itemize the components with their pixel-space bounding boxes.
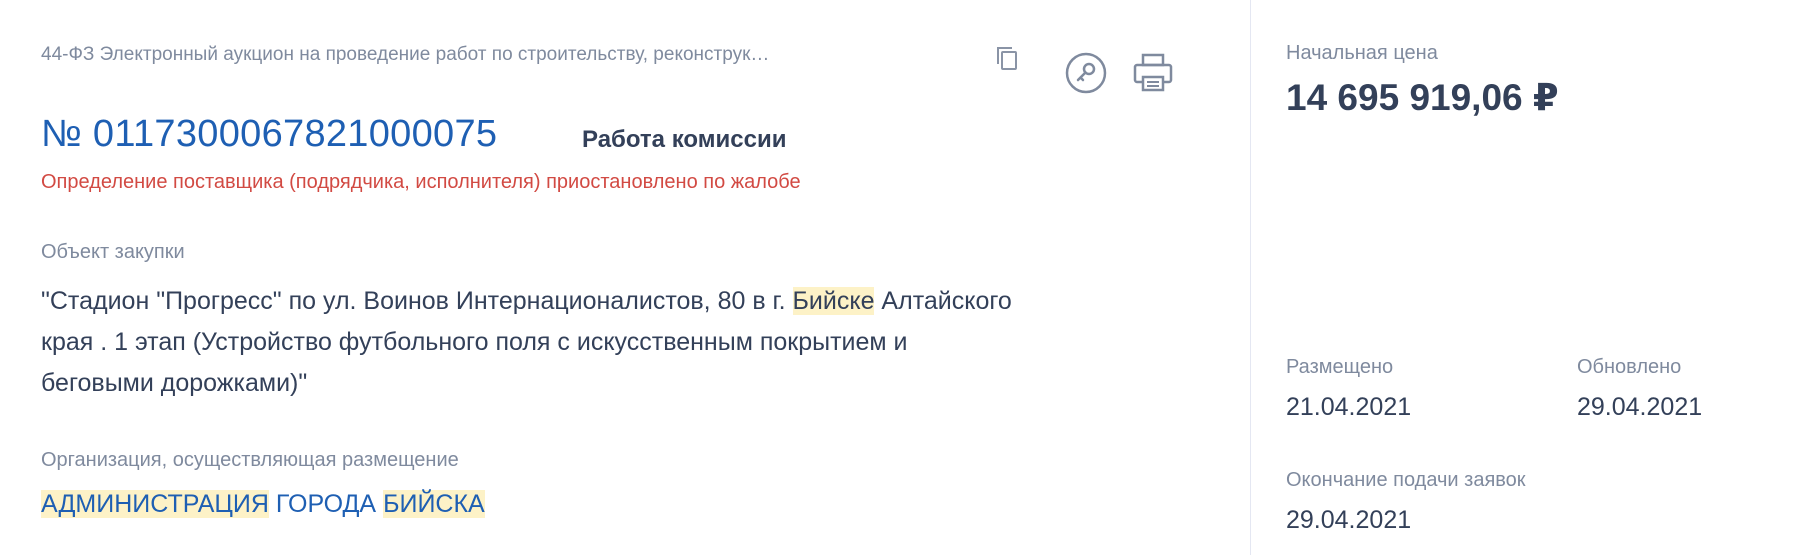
- key-icon[interactable]: [1064, 51, 1108, 95]
- suspension-warning: Определение поставщика (подрядчика, испо…: [41, 171, 801, 193]
- purchase-card-main: 44-ФЗ Электронный аукцион на проведение …: [0, 0, 1250, 555]
- purchase-number-link[interactable]: № 0117300067821000075: [41, 113, 497, 156]
- price-label: Начальная цена: [1286, 42, 1438, 64]
- updated-label: Обновлено: [1577, 356, 1682, 378]
- purchase-object-text: "Стадион "Прогресс" по ул. Воинов Интерн…: [41, 281, 1211, 404]
- placed-label: Размещено: [1286, 356, 1394, 378]
- object-text-part: Алтайского: [874, 287, 1012, 315]
- object-line-2: края . 1 этап (Устройство футбольного по…: [41, 328, 908, 356]
- status-badge: Работа комиссии: [582, 126, 787, 153]
- organization-link[interactable]: АДМИНИСТРАЦИЯ ГОРОДА БИЙСКА: [41, 490, 485, 519]
- purchase-type: 44-ФЗ Электронный аукцион на проведение …: [41, 44, 770, 65]
- object-line-3: беговыми дорожками)": [41, 369, 308, 397]
- updated-date: 29.04.2021: [1577, 393, 1703, 421]
- organization-label: Организация, осуществляющая размещение: [41, 449, 459, 471]
- deadline-date: 29.04.2021: [1286, 506, 1412, 534]
- org-text: ГОРОДА: [268, 490, 384, 518]
- deadline-label: Окончание подачи заявок: [1286, 469, 1526, 491]
- printer-icon[interactable]: [1131, 51, 1175, 95]
- object-highlight: Бийске: [792, 287, 875, 315]
- org-highlight: АДМИНИСТРАЦИЯ: [41, 490, 269, 518]
- object-label: Объект закупки: [41, 241, 185, 263]
- initial-price: 14 695 919,06 ₽: [1286, 77, 1559, 118]
- copy-icon[interactable]: [993, 43, 1023, 73]
- placed-date: 21.04.2021: [1286, 393, 1412, 421]
- org-highlight: БИЙСКА: [383, 490, 485, 518]
- purchase-summary: Начальная цена 14 695 919,06 ₽ Размещено…: [1251, 0, 1800, 555]
- object-text-part: "Стадион "Прогресс" по ул. Воинов Интерн…: [41, 287, 793, 315]
- object-line-1: "Стадион "Прогресс" по ул. Воинов Интерн…: [41, 281, 1211, 322]
